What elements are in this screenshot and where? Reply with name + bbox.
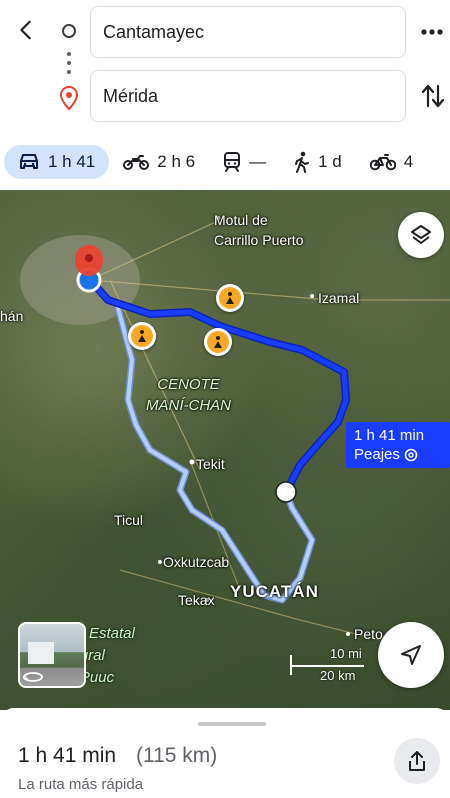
destination-pin-icon <box>59 86 79 110</box>
roadwork-marker[interactable] <box>216 284 244 312</box>
navigation-arrow-icon <box>401 645 421 665</box>
mode-motorcycle-label: 2 h 6 <box>157 152 196 171</box>
label-peto: Peto <box>354 626 383 642</box>
train-icon <box>223 152 241 172</box>
label-izamal: Izamal <box>318 290 360 306</box>
roadwork-icon <box>207 331 229 353</box>
label-ticul: Ticul <box>114 512 144 528</box>
origin-marker <box>275 481 297 503</box>
mode-walking-label: 1 d <box>318 152 342 171</box>
origin-field[interactable]: Cantamayec <box>90 6 406 58</box>
map-scale: 10 mi 20 km <box>290 646 370 696</box>
label-cenote-line2: MANÍ-CHAN <box>146 397 231 414</box>
label-han: hán <box>0 308 24 324</box>
back-arrow-icon <box>20 20 31 40</box>
label-motul: Motul de Carrillo Puerto <box>214 210 303 250</box>
label-yucatan: YUCATÁN <box>230 582 319 601</box>
roadwork-marker[interactable] <box>128 322 156 350</box>
roadwork-marker[interactable] <box>204 328 232 356</box>
mode-bicycle[interactable]: 4 <box>356 145 427 179</box>
tekit-dot <box>189 459 195 465</box>
route-dots-icon <box>67 52 71 78</box>
mode-motorcycle[interactable]: 2 h 6 <box>109 145 209 179</box>
izamal-dot <box>310 294 314 298</box>
mode-transit-label: — <box>249 152 267 171</box>
peto-dot <box>346 632 350 636</box>
route-markers <box>56 18 82 128</box>
origin-circle-icon <box>62 24 76 38</box>
label-cenote-line1: CENOTE <box>157 376 220 393</box>
street-view-rotate-icon <box>22 672 43 682</box>
swap-arrows-icon <box>421 84 445 108</box>
roadwork-icon <box>219 287 241 309</box>
scale-mi: 10 mi <box>330 646 362 661</box>
toll-icon <box>404 448 418 461</box>
route-distance: (115 km) <box>136 744 218 767</box>
mode-driving-label: 1 h 41 <box>48 152 96 171</box>
more-options-button[interactable] <box>418 20 446 44</box>
oxkutzcab-dot <box>158 560 162 564</box>
layers-button[interactable] <box>398 212 444 258</box>
back-button[interactable] <box>10 14 42 46</box>
walk-icon <box>294 151 310 173</box>
car-icon <box>18 153 40 171</box>
bike-icon <box>369 153 396 171</box>
more-dots-icon <box>421 29 443 35</box>
sheet-drag-handle[interactable] <box>198 722 266 726</box>
route-subtitle: La ruta más rápida <box>18 776 144 793</box>
mode-driving[interactable]: 1 h 41 <box>4 145 110 179</box>
thumbnail-building <box>28 642 54 664</box>
mode-walking[interactable]: 1 d <box>280 145 356 179</box>
roadwork-icon <box>131 325 153 347</box>
label-tekit: Tekit <box>196 456 225 472</box>
label-cenote: CENOTE MANÍ-CHAN <box>146 374 231 416</box>
swap-route-button[interactable] <box>420 82 446 110</box>
mode-bicycle-label: 4 <box>403 152 414 171</box>
callout-tolls-row: Peajes <box>354 445 442 464</box>
route-callout[interactable]: 1 h 41 min Peajes <box>346 422 450 468</box>
map-view[interactable]: Motul de Carrillo Puerto Izamal hán CENO… <box>0 190 450 710</box>
map-roads-south <box>119 459 381 641</box>
callout-tolls: Peajes <box>354 446 400 463</box>
start-navigation-button[interactable] <box>378 622 444 688</box>
label-motul-text-2: Carrillo Puerto <box>214 232 304 248</box>
route-duration: 1 h 41 min <box>18 744 117 767</box>
motorcycle-icon <box>123 154 150 170</box>
share-icon <box>409 751 425 771</box>
mode-transit[interactable]: — <box>209 145 280 179</box>
label-motul-text: Motul de <box>214 212 268 228</box>
label-tekax: Tekax <box>178 592 215 608</box>
layers-icon <box>411 225 431 244</box>
share-button[interactable] <box>394 738 440 784</box>
label-oxkutzcab: Oxkutzcab <box>163 554 230 570</box>
scale-km: 20 km <box>320 668 356 683</box>
destination-field[interactable]: Mérida <box>90 70 406 122</box>
directions-header: Cantamayec Mérida 1 h 41 2 h 6 — 1 d 4 <box>0 0 450 190</box>
route-summary-sheet[interactable]: 1 h 41 min (115 km) La ruta más rápida <box>0 708 450 798</box>
travel-modes: 1 h 41 2 h 6 — 1 d 4 <box>0 140 450 184</box>
callout-time: 1 h 41 min <box>354 427 425 444</box>
street-view-thumbnail[interactable] <box>18 622 86 688</box>
